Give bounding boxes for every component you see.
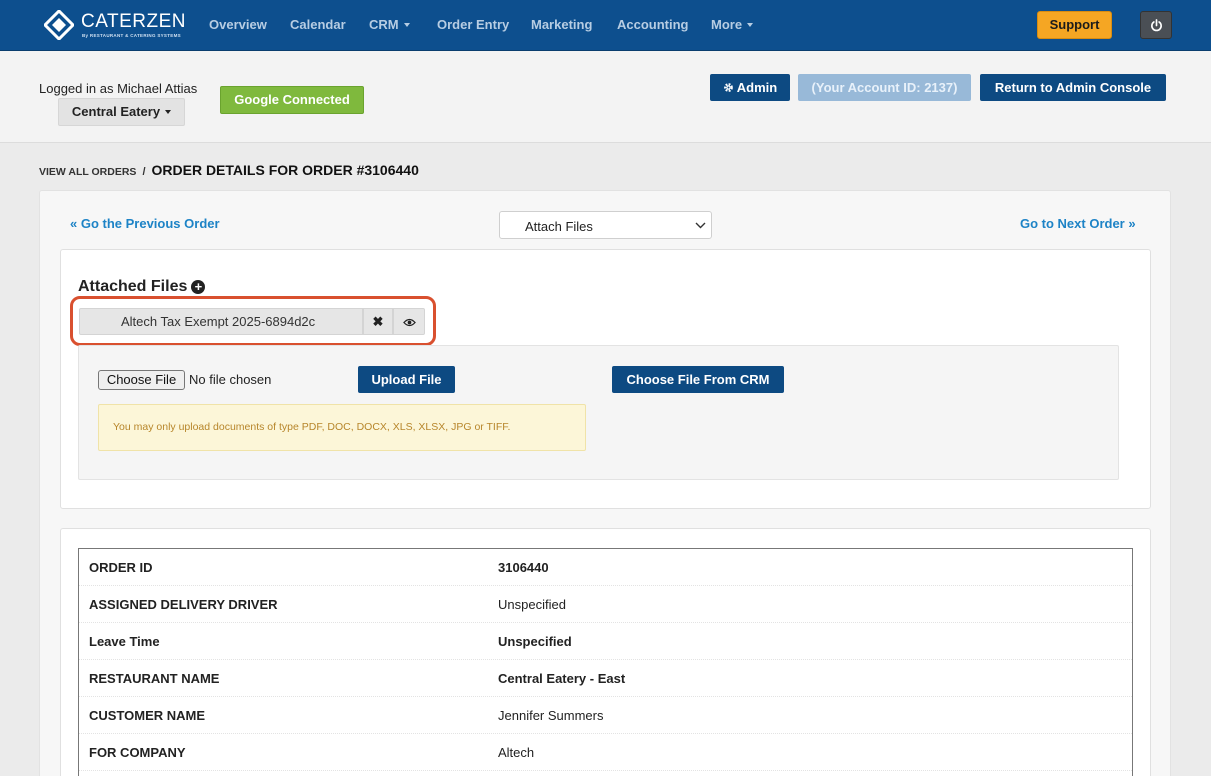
nav-label: Accounting	[617, 17, 689, 32]
return-admin-console-button[interactable]: Return to Admin Console	[980, 74, 1166, 101]
admin-label: Admin	[736, 80, 778, 95]
caterzen-logo[interactable]: CATERZEN By RESTAURANT & CATERING SYSTEM…	[44, 9, 186, 43]
support-button[interactable]: Support	[1037, 11, 1112, 39]
nav-label: Calendar	[290, 17, 346, 32]
table-row: FOR COMPANY Altech	[79, 734, 1132, 771]
top-navbar: CATERZEN By RESTAURANT & CATERING SYSTEM…	[0, 0, 1211, 51]
table-row: CUSTOMER NAME Jennifer Summers	[79, 697, 1132, 734]
row-value: 3106440	[498, 560, 549, 575]
nav-calendar[interactable]: Calendar	[290, 17, 346, 32]
table-row: Leave Time Unspecified	[79, 623, 1132, 660]
row-label: CUSTOMER NAME	[89, 708, 206, 723]
chevron-down-icon	[403, 22, 410, 27]
upload-file-button[interactable]: Upload File	[358, 366, 455, 393]
choose-file-from-crm-button[interactable]: Choose File From CRM	[612, 366, 784, 393]
table-row: RESTAURANT NAME Central Eatery - East	[79, 660, 1132, 697]
order-action-select[interactable]: Attach Files	[499, 211, 712, 239]
brand-subtitle: By RESTAURANT & CATERING SYSTEMS	[82, 33, 181, 38]
nav-crm[interactable]: CRM	[369, 17, 410, 32]
order-action-selected-value: Attach Files	[525, 219, 593, 234]
file-type-warning: You may only upload documents of type PD…	[98, 404, 586, 451]
account-id-button[interactable]: (Your Account ID: 2137)	[798, 74, 971, 101]
row-label: ORDER ID	[89, 560, 153, 575]
nav-accounting[interactable]: Accounting	[617, 17, 689, 32]
brand-name: CATERZEN	[81, 11, 186, 32]
row-label: RESTAURANT NAME	[89, 671, 220, 686]
row-value: Jennifer Summers	[498, 708, 604, 723]
chevron-down-icon	[165, 109, 172, 114]
breadcrumb-separator: /	[142, 166, 146, 178]
table-row: ASSIGNED DELIVERY DRIVER Unspecified	[79, 586, 1132, 623]
logged-in-text: Logged in as Michael Attias	[39, 81, 198, 96]
row-value: Central Eatery - East	[498, 671, 626, 686]
row-value: Altech	[498, 745, 535, 760]
nav-overview[interactable]: Overview	[209, 17, 267, 32]
logout-button[interactable]	[1140, 11, 1172, 39]
table-row: ORDER ID 3106440	[79, 549, 1132, 586]
breadcrumb-view-all-orders[interactable]: VIEW ALL ORDERS	[39, 166, 136, 178]
gear-icon	[723, 83, 733, 92]
location-label: Central Eatery	[71, 104, 161, 119]
nav-more[interactable]: More	[711, 17, 754, 32]
nav-label: Order Entry	[437, 17, 510, 32]
attached-files-heading: Attached Files	[78, 278, 188, 295]
page-title: ORDER DETAILS FOR ORDER #3106440	[151, 162, 419, 178]
row-label: Leave Time	[89, 634, 160, 649]
add-file-icon[interactable]: +	[191, 280, 206, 294]
row-label: FOR COMPANY	[89, 745, 186, 760]
nav-marketing[interactable]: Marketing	[531, 17, 592, 32]
row-value: Unspecified	[498, 634, 572, 649]
chevron-down-icon	[747, 22, 754, 27]
order-info-table: ORDER ID 3106440 ASSIGNED DELIVERY DRIVE…	[78, 548, 1133, 776]
attached-files-title: Attached Files +	[78, 278, 206, 296]
power-icon	[1151, 19, 1162, 32]
nav-label: CRM	[369, 17, 399, 32]
nav-label: More	[711, 17, 743, 32]
next-order-link[interactable]: Go to Next Order »	[1020, 216, 1136, 231]
breadcrumb: VIEW ALL ORDERS / ORDER DETAILS FOR ORDER …	[39, 162, 419, 178]
row-label: ASSIGNED DELIVERY DRIVER	[89, 597, 278, 612]
location-dropdown[interactable]: Central Eatery	[58, 98, 185, 126]
nav-label: Overview	[209, 17, 267, 32]
account-header: Logged in as Michael Attias Central Eate…	[0, 51, 1211, 143]
nav-order-entry[interactable]: Order Entry	[437, 17, 509, 32]
highlight-annotation	[70, 296, 436, 346]
caterzen-logo-icon	[44, 10, 74, 40]
nav-label: Marketing	[531, 17, 593, 32]
admin-button[interactable]: Admin	[710, 74, 790, 101]
no-file-chosen-text: No file chosen	[189, 372, 272, 387]
google-connected-button[interactable]: Google Connected	[220, 86, 364, 114]
previous-order-link[interactable]: « Go the Previous Order	[70, 216, 220, 231]
chevron-down-icon	[695, 222, 706, 229]
row-value: Unspecified	[498, 597, 566, 612]
choose-file-button[interactable]: Choose File	[98, 370, 185, 390]
